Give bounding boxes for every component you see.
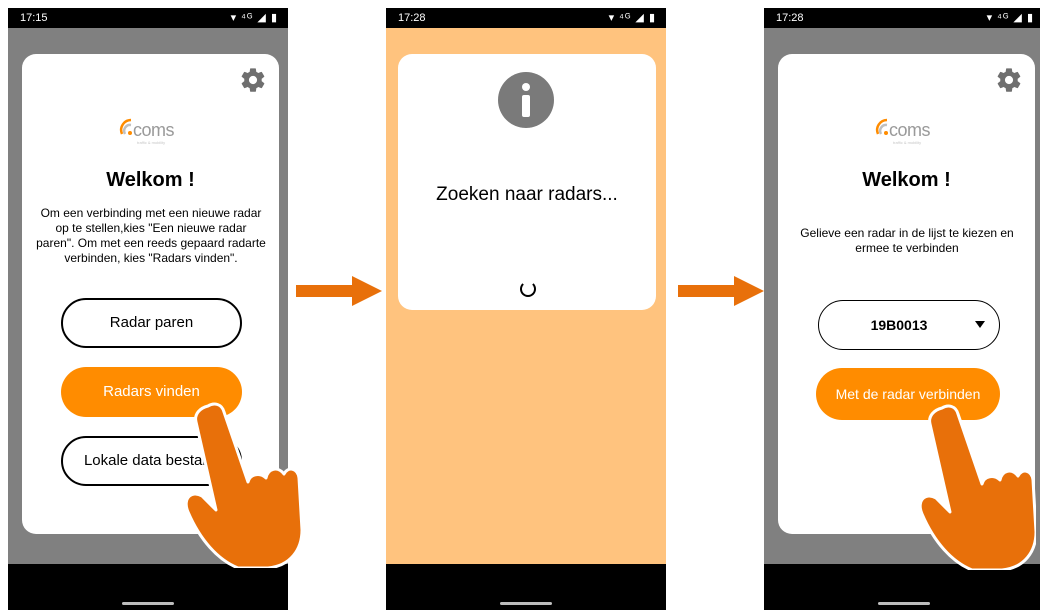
nav-bar	[386, 564, 666, 610]
home-pill[interactable]	[500, 602, 552, 605]
app-screen: Zoeken naar radars...	[386, 28, 666, 564]
info-icon	[498, 72, 554, 128]
gear-icon[interactable]	[239, 66, 267, 94]
status-bar: 17:28 ▾ ⁴ᴳ ◢ ▮	[386, 8, 666, 28]
status-bar: 17:28 ▾ ⁴ᴳ ◢ ▮	[764, 8, 1040, 28]
gear-icon[interactable]	[995, 66, 1023, 94]
welcome-description: Om een verbinding met een nieuwe radar o…	[36, 206, 266, 265]
phone-screen-searching: 17:28 ▾ ⁴ᴳ ◢ ▮ Zoeken naar radars...	[386, 8, 666, 610]
icoms-logo: coms traffic & mobility	[873, 116, 949, 148]
nav-bar	[764, 564, 1040, 610]
logo-text: coms	[133, 120, 175, 140]
searching-text: Zoeken naar radars...	[436, 184, 618, 205]
nav-bar	[8, 564, 288, 610]
home-pill[interactable]	[122, 602, 174, 605]
arrow-right-icon	[296, 276, 382, 306]
logo-text: coms	[889, 120, 931, 140]
dropdown-caret-icon	[975, 321, 985, 328]
status-time: 17:28	[776, 12, 804, 24]
status-icons: ▾ ⁴ᴳ ◢ ▮	[608, 12, 656, 24]
welcome-title: Welkom !	[106, 169, 195, 191]
arrow-right-icon	[678, 276, 764, 306]
pointing-hand-icon	[918, 404, 1036, 570]
pointing-hand-icon	[184, 402, 302, 568]
status-bar: 17:15 ▾ ⁴ᴳ ◢ ▮	[8, 8, 288, 28]
select-description: Gelieve een radar in de lijst te kiezen …	[800, 226, 1014, 255]
logo-subtext: traffic & mobility	[137, 140, 166, 145]
status-time: 17:15	[20, 12, 48, 24]
searching-dialog: Zoeken naar radars...	[398, 54, 656, 310]
welcome-title: Welkom !	[862, 169, 951, 191]
loading-spinner-icon	[520, 281, 536, 297]
icoms-logo: coms traffic & mobility	[117, 116, 193, 148]
home-pill[interactable]	[878, 602, 930, 605]
status-time: 17:28	[398, 12, 426, 24]
pair-radar-button[interactable]: Radar paren	[61, 298, 242, 348]
selected-radar-value: 19B0013	[870, 317, 928, 333]
radar-select-dropdown[interactable]: 19B0013	[818, 300, 1000, 350]
status-icons: ▾ ⁴ᴳ ◢ ▮	[230, 12, 278, 24]
logo-subtext: traffic & mobility	[893, 140, 922, 145]
status-icons: ▾ ⁴ᴳ ◢ ▮	[986, 12, 1034, 24]
